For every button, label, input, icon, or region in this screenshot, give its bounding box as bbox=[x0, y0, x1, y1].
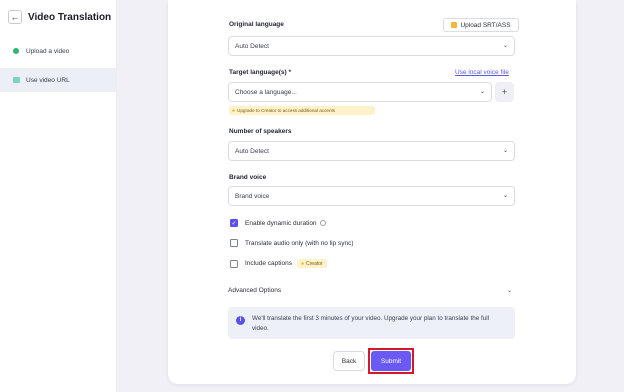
chevron-down-icon: ⌄ bbox=[502, 193, 508, 199]
sidebar-item-label: Use video URL bbox=[26, 76, 70, 84]
sidebar-item-upload-video[interactable]: Upload a video bbox=[0, 40, 116, 62]
submit-button[interactable]: Submit bbox=[371, 351, 411, 371]
creator-badge-label: Creator bbox=[306, 260, 323, 267]
page-title: Video Translation bbox=[28, 11, 112, 23]
dynamic-duration-option: ✓ Enable dynamic duration bbox=[230, 219, 326, 227]
advanced-options-label: Advanced Options bbox=[228, 286, 282, 294]
upload-srt-button[interactable]: Upload SRT/ASS bbox=[443, 18, 519, 32]
sidebar-item-video-url[interactable]: Use video URL bbox=[0, 68, 116, 92]
sidebar: ← Video Translation Upload a video Use v… bbox=[0, 0, 117, 392]
link-icon bbox=[12, 76, 20, 84]
include-captions-label: Include captions bbox=[245, 260, 292, 267]
target-language-select[interactable]: Choose a language... ⌄ bbox=[228, 82, 492, 102]
upgrade-note: ● Upgrade to Creator to access additiona… bbox=[229, 106, 375, 115]
original-language-label: Original language bbox=[229, 21, 284, 28]
brand-voice-label: Brand voice bbox=[229, 174, 267, 181]
back-arrow-icon[interactable]: ← bbox=[8, 10, 22, 24]
upload-srt-label: Upload SRT/ASS bbox=[460, 21, 511, 29]
brand-voice-select[interactable]: Brand voice ⌄ bbox=[228, 186, 515, 206]
audio-only-label: Translate audio only (with no lip sync) bbox=[245, 239, 354, 247]
chevron-down-icon: ⌄ bbox=[502, 148, 508, 154]
sidebar-header: ← Video Translation bbox=[0, 0, 116, 34]
upload-icon bbox=[12, 47, 20, 55]
speakers-label: Number of speakers bbox=[229, 128, 292, 135]
original-language-value: Auto Detect bbox=[235, 42, 269, 50]
sidebar-item-label: Upload a video bbox=[26, 47, 70, 55]
plan-notice-text: We'll translate the first 3 minutes of y… bbox=[252, 315, 489, 333]
submit-highlight: Submit bbox=[368, 348, 414, 374]
dynamic-duration-label: Enable dynamic duration bbox=[245, 219, 317, 227]
include-captions-checkbox[interactable] bbox=[230, 259, 238, 268]
upgrade-note-text: Upgrade to Creator to access additional … bbox=[237, 108, 336, 113]
dynamic-duration-checkbox[interactable]: ✓ bbox=[230, 219, 238, 227]
target-language-label: Target language(s) * bbox=[229, 69, 292, 76]
speakers-select[interactable]: Auto Detect ⌄ bbox=[228, 141, 515, 161]
info-icon: i bbox=[236, 316, 245, 325]
advanced-options-toggle[interactable]: Advanced Options ⌄ bbox=[228, 280, 515, 300]
chevron-down-icon: ⌄ bbox=[502, 43, 508, 49]
add-language-button[interactable]: + bbox=[495, 82, 514, 102]
crown-icon: ● bbox=[300, 260, 305, 267]
include-captions-option: Include captions ● Creator bbox=[230, 259, 327, 268]
chevron-down-icon: ⌄ bbox=[506, 287, 512, 294]
speakers-value: Auto Detect bbox=[235, 147, 269, 155]
creator-badge: ● Creator bbox=[296, 259, 327, 268]
target-language-placeholder: Choose a language... bbox=[235, 88, 297, 96]
info-icon[interactable] bbox=[319, 220, 326, 226]
audio-only-checkbox[interactable] bbox=[230, 239, 238, 247]
use-local-voice-link[interactable]: Use local voice file bbox=[455, 69, 509, 76]
upload-icon bbox=[451, 22, 458, 28]
brand-voice-value: Brand voice bbox=[235, 192, 270, 200]
back-button[interactable]: Back bbox=[333, 351, 365, 371]
chevron-down-icon: ⌄ bbox=[479, 89, 485, 95]
original-language-select[interactable]: Auto Detect ⌄ bbox=[228, 36, 515, 56]
crown-icon: ● bbox=[232, 107, 236, 114]
plan-notice: i We'll translate the first 3 minutes of… bbox=[228, 307, 515, 339]
translation-form: Original language Upload SRT/ASS Auto De… bbox=[168, 0, 576, 384]
audio-only-option: Translate audio only (with no lip sync) bbox=[230, 239, 354, 247]
